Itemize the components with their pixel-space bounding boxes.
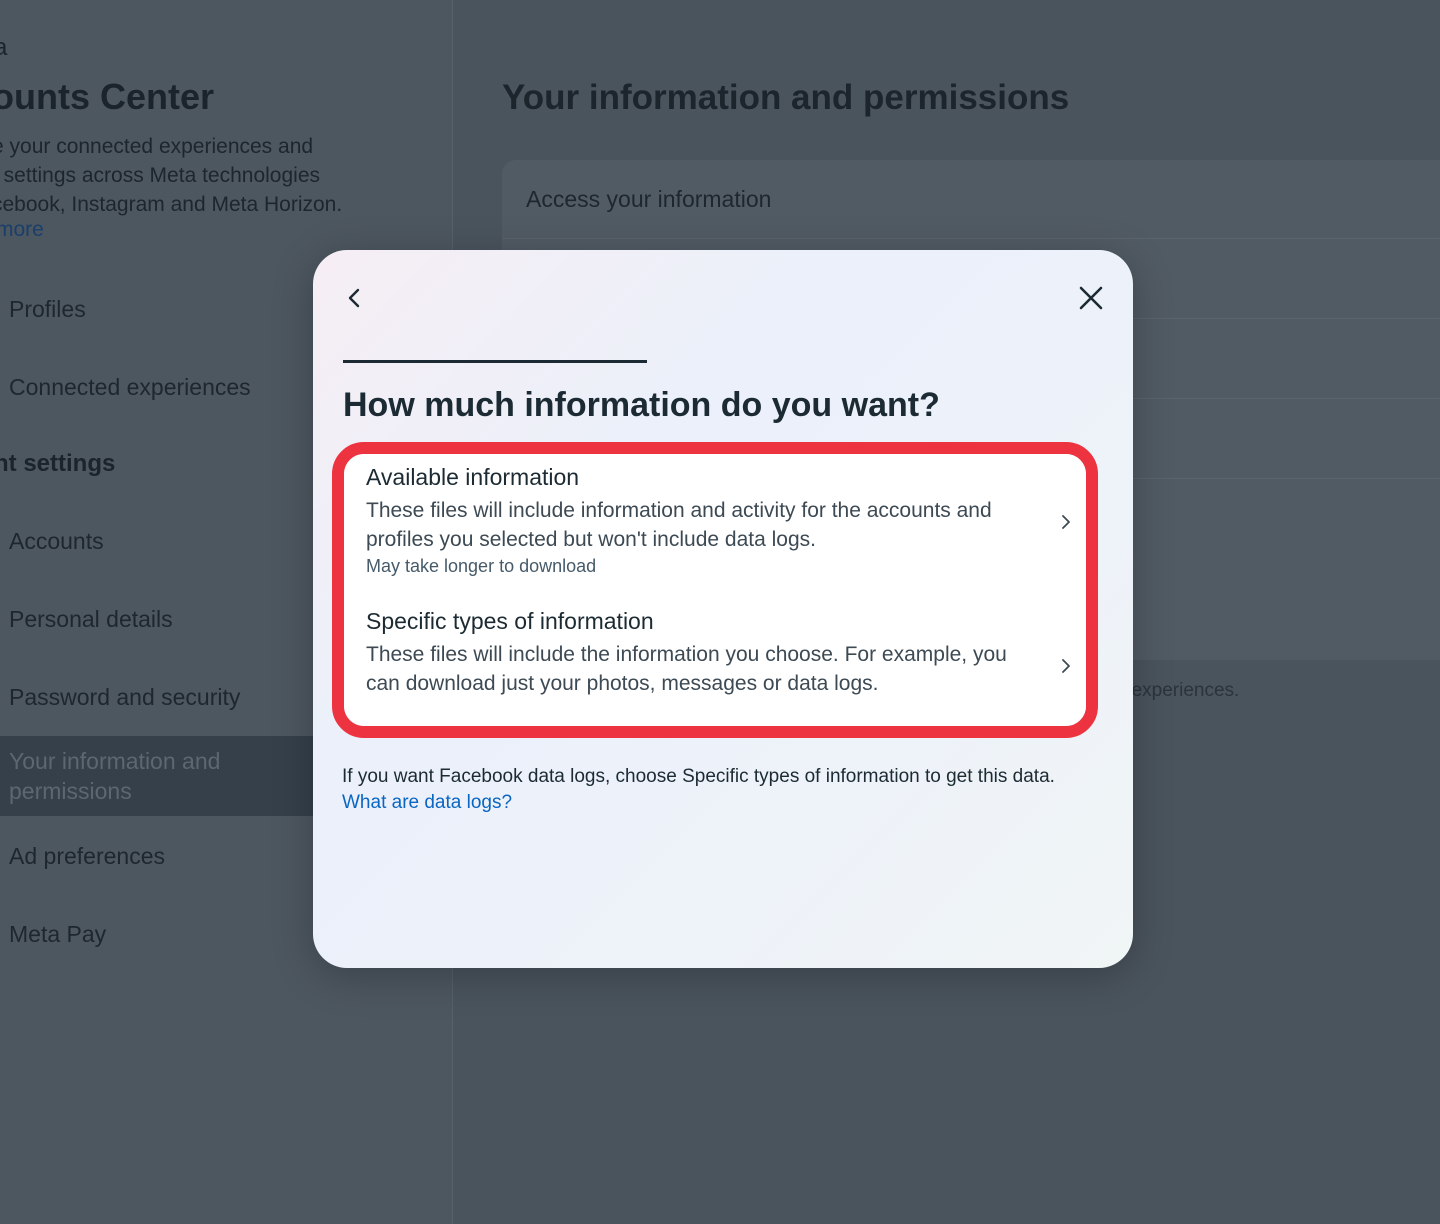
learn-more-link[interactable]: more [0, 218, 44, 242]
chevron-right-icon [1062, 515, 1070, 529]
option-title: Available information [366, 464, 580, 490]
note-text: If you want Facebook data logs, choose S… [342, 766, 1055, 787]
option-meta: May take longer to download [366, 556, 597, 576]
sidebar-item-label: Your information and permissions [9, 748, 221, 804]
sidebar-item-your-information[interactable]: Your information and permissions [0, 736, 330, 816]
what-are-data-logs-link[interactable]: What are data logs? [342, 792, 512, 813]
card-row-access-information[interactable]: Access your information [502, 160, 1440, 239]
close-icon [1079, 286, 1103, 310]
sidebar-item-password-security[interactable]: Password and security [9, 684, 240, 711]
close-button[interactable] [1071, 278, 1111, 318]
sidebar-item-connected-experiences[interactable]: Connected experiences [9, 374, 251, 401]
data-logs-note: If you want Facebook data logs, choose S… [342, 764, 1102, 816]
option-title: Specific types of information [366, 608, 654, 634]
dialog-title: How much information do you want? [343, 386, 940, 424]
option-description: These files will include information and… [366, 499, 992, 551]
download-options-dialog: How much information do you want? Availa… [313, 250, 1133, 968]
sidebar-title: ounts Center [0, 76, 215, 117]
option-description: These files will include the information… [366, 643, 1007, 695]
option-specific-types[interactable]: Specific types of information These file… [344, 598, 1086, 726]
sidebar-description: e your connected experiences and t setti… [0, 135, 343, 216]
option-available-information[interactable]: Available information These files will i… [344, 454, 1086, 594]
sidebar-item-personal-details[interactable]: Personal details [9, 606, 173, 633]
sidebar-section-account-settings: nt settings [0, 450, 116, 477]
card-row-label: Access your information [526, 186, 772, 212]
sidebar-item-meta-pay[interactable]: Meta Pay [9, 921, 106, 948]
page-title: Your information and permissions [502, 78, 1070, 117]
brand-logo-text: a [0, 34, 7, 62]
sidebar-item-accounts[interactable]: Accounts [9, 528, 104, 555]
sidebar-item-ad-preferences[interactable]: Ad preferences [9, 843, 165, 870]
background-footer-text: r experiences. [1120, 680, 1240, 701]
back-button[interactable] [335, 278, 375, 318]
sidebar-item-profiles[interactable]: Profiles [9, 296, 86, 323]
chevron-left-icon [348, 288, 360, 308]
options-list: Available information These files will i… [344, 454, 1086, 726]
chevron-right-icon [1062, 659, 1070, 673]
progress-indicator [343, 360, 647, 363]
